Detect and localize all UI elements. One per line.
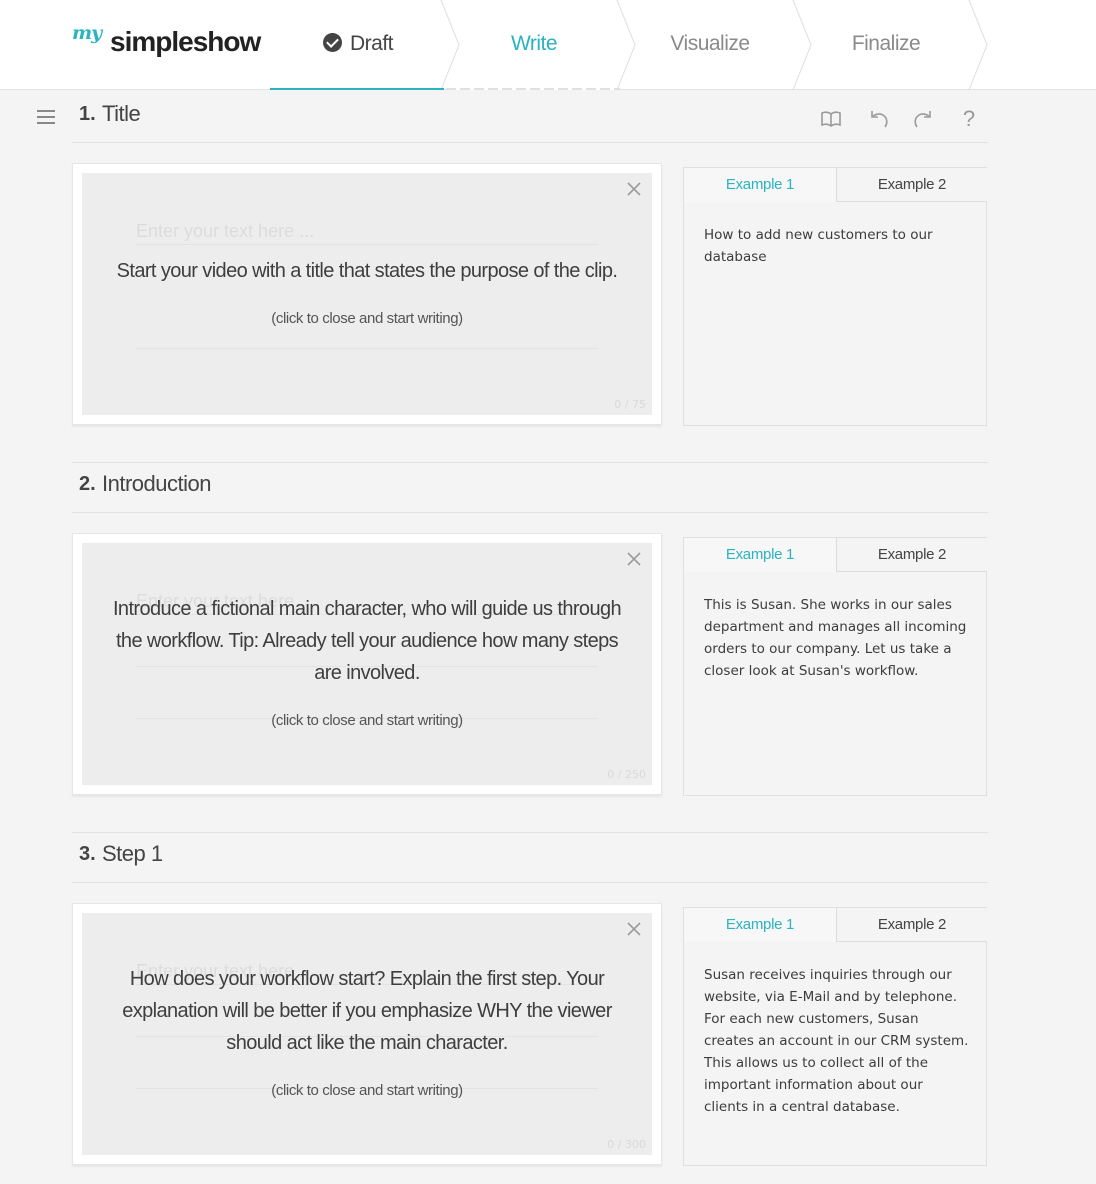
section-title: Introduction xyxy=(102,471,211,496)
section-title: Step 1 xyxy=(102,841,163,866)
hint-overlay[interactable]: Enter your text here ... Start your vide… xyxy=(82,173,652,415)
section-introduction-header: 2. Introduction xyxy=(72,461,988,513)
example-text: How to add new customers to our database xyxy=(704,227,933,265)
close-icon[interactable] xyxy=(624,549,644,569)
section-number: 1. xyxy=(79,103,96,125)
text-editor-card[interactable]: Enter your text here ... Introduce a fic… xyxy=(72,533,662,795)
top-header: my simpleshow Draft Write Visualize Fina… xyxy=(0,0,1096,90)
wizard-step-label: Draft xyxy=(349,32,394,55)
tab-example-1[interactable]: Example 1 xyxy=(684,908,836,942)
wizard-step-draft[interactable]: Draft xyxy=(270,0,460,90)
step-progress-bar xyxy=(270,88,444,90)
hint-overlay[interactable]: Enter your text here ... How does your w… xyxy=(82,913,652,1155)
close-note: (click to close and start writing) xyxy=(271,1082,463,1099)
chevron-divider-icon xyxy=(968,0,988,90)
example-panel: Example 1 Example 2 Susan receives inqui… xyxy=(683,907,987,1166)
wizard-step-label: Finalize xyxy=(851,32,921,55)
hint-text: Start your video with a title that state… xyxy=(116,260,618,282)
hamburger-menu-icon[interactable] xyxy=(37,110,55,126)
wizard-step-finalize[interactable]: Finalize xyxy=(798,0,988,90)
example-panel: Example 1 Example 2 How to add new custo… xyxy=(683,167,987,426)
hint-text: How does your workflow start? Explain th… xyxy=(122,968,612,1054)
brand-prefix: my xyxy=(72,22,102,44)
section-title-header: 1. Title xyxy=(72,91,988,143)
section-title: Title xyxy=(102,101,141,126)
example-text: This is Susan. She works in our sales de… xyxy=(704,597,967,679)
text-placeholder: Enter your text here ... xyxy=(136,221,315,241)
example-text: Susan receives inquiries through our web… xyxy=(704,967,969,1115)
text-editor-card[interactable]: Enter your text here ... How does your w… xyxy=(72,903,662,1165)
brand-logo[interactable]: my simpleshow xyxy=(72,22,261,66)
example-panel: Example 1 Example 2 This is Susan. She w… xyxy=(683,537,987,796)
section-step-1-header: 3. Step 1 xyxy=(72,831,988,883)
text-editor-card[interactable]: Enter your text here ... Start your vide… xyxy=(72,163,662,425)
wizard-step-label: Visualize xyxy=(670,32,750,55)
wizard-step-visualize[interactable]: Visualize xyxy=(622,0,812,90)
char-counter: 0 / 75 xyxy=(614,398,646,411)
char-counter: 0 / 250 xyxy=(607,768,646,781)
hint-overlay[interactable]: Enter your text here ... Introduce a fic… xyxy=(82,543,652,785)
hint-text: Introduce a fictional main character, wh… xyxy=(112,598,622,684)
close-note: (click to close and start writing) xyxy=(271,310,463,327)
tab-example-2[interactable]: Example 2 xyxy=(836,168,987,202)
step-progress-bar xyxy=(446,88,620,90)
close-icon[interactable] xyxy=(624,179,644,199)
close-icon[interactable] xyxy=(624,919,644,939)
tab-example-1[interactable]: Example 1 xyxy=(684,538,836,572)
brand-name: simpleshow xyxy=(110,26,261,57)
char-counter: 0 / 300 xyxy=(607,1138,646,1151)
wizard-step-label: Write xyxy=(510,32,558,55)
tab-example-1[interactable]: Example 1 xyxy=(684,168,836,202)
section-number: 3. xyxy=(79,843,96,865)
wizard-step-write[interactable]: Write xyxy=(446,0,636,90)
tab-example-2[interactable]: Example 2 xyxy=(836,908,987,942)
check-icon xyxy=(322,33,342,52)
close-note: (click to close and start writing) xyxy=(271,712,463,729)
tab-example-2[interactable]: Example 2 xyxy=(836,538,987,572)
section-number: 2. xyxy=(79,473,96,495)
